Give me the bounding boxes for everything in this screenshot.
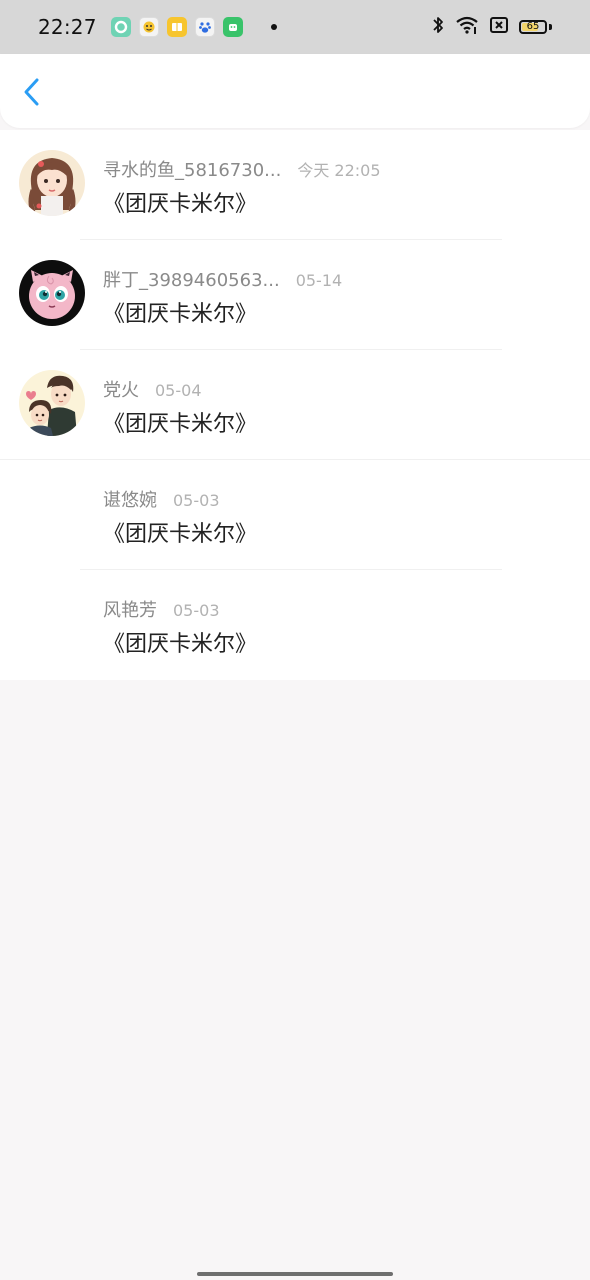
item-date: 05-04	[155, 381, 202, 400]
item-content: 《团厌卡米尔》	[103, 522, 258, 547]
item-content: 《团厌卡米尔》	[103, 632, 258, 657]
item-date: 05-03	[173, 601, 220, 620]
app-icon-baidu	[194, 17, 215, 37]
battery-tip	[549, 24, 552, 30]
avatar[interactable]	[19, 370, 85, 436]
list-item[interactable]: 风艳芳 05-03 《团厌卡米尔》	[0, 570, 590, 680]
couple-avatar	[19, 370, 85, 436]
status-time: 22:27	[38, 15, 97, 39]
home-indicator[interactable]	[197, 1272, 393, 1276]
bluetooth-icon	[431, 15, 445, 39]
comment-list: 寻水的鱼_5816730... 今天 22:05 《团厌卡米尔》 胖丁_3989…	[0, 130, 590, 680]
app-icon-yellow-book	[166, 17, 187, 37]
jigglypuff-avatar	[19, 260, 85, 326]
status-bar: 22:27 65	[0, 0, 590, 54]
item-meta: 风艳芳 05-03	[103, 596, 220, 622]
user-name[interactable]: 胖丁_3989460563...	[103, 266, 280, 292]
item-meta: 党火 05-04	[103, 376, 202, 402]
avatar[interactable]	[19, 260, 85, 326]
battery-level: 65	[526, 21, 540, 32]
app-icon-green-android	[222, 17, 243, 37]
app-icon-green-circle	[110, 17, 131, 37]
user-name[interactable]: 寻水的鱼_5816730...	[103, 156, 281, 182]
item-content: 《团厌卡米尔》	[103, 412, 258, 437]
app-icon-face	[138, 17, 159, 37]
notification-app-icons	[110, 17, 277, 37]
item-date: 今天 22:05	[297, 161, 381, 180]
item-date: 05-03	[173, 491, 220, 510]
notification-dot	[270, 24, 277, 30]
item-meta: 寻水的鱼_5816730... 今天 22:05	[103, 156, 381, 182]
user-name[interactable]: 党火	[103, 376, 139, 402]
status-right-indicators: 65	[431, 15, 552, 39]
back-button[interactable]	[16, 76, 48, 108]
avatar[interactable]	[19, 150, 85, 216]
item-content: 《团厌卡米尔》	[103, 192, 258, 217]
wifi-icon	[455, 15, 479, 39]
list-item[interactable]: 谌悠婉 05-03 《团厌卡米尔》	[0, 460, 590, 570]
header-bar	[0, 54, 590, 128]
user-name[interactable]: 谌悠婉	[103, 486, 157, 512]
battery-icon: 65	[519, 20, 547, 34]
sim-off-icon	[489, 16, 509, 38]
item-date: 05-14	[295, 271, 343, 290]
item-meta: 胖丁_3989460563... 05-14	[103, 266, 342, 292]
list-item[interactable]: 胖丁_3989460563... 05-14 《团厌卡米尔》	[0, 240, 590, 350]
list-item[interactable]: 党火 05-04 《团厌卡米尔》	[0, 350, 590, 460]
user-name[interactable]: 风艳芳	[103, 596, 157, 622]
girl-avatar	[19, 150, 85, 216]
item-meta: 谌悠婉 05-03	[103, 486, 220, 512]
chevron-left-icon	[24, 78, 39, 106]
item-content: 《团厌卡米尔》	[103, 302, 258, 327]
list-item[interactable]: 寻水的鱼_5816730... 今天 22:05 《团厌卡米尔》	[0, 130, 590, 240]
